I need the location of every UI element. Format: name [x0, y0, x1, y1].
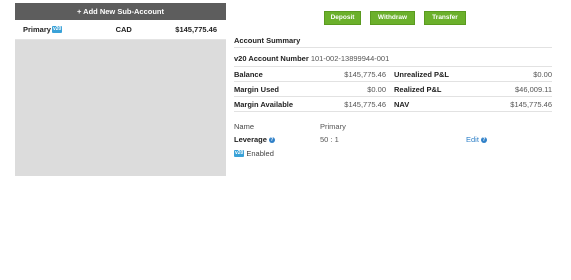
leverage-label: Leverage: [234, 135, 267, 144]
leverage-row: Leverage? 50 : 1 Edit?: [234, 133, 552, 146]
leverage-help-icon[interactable]: ?: [268, 137, 275, 144]
account-number-row: v20 Account Number 101-002-13899944-001: [234, 50, 552, 67]
unrealized-pl-label: Unrealized P&L: [394, 69, 450, 79]
margin-used-label: Margin Used: [234, 84, 280, 94]
account-number-value: 101-002-13899944-001: [310, 54, 390, 63]
nav-cell: NAV $145,775.46: [386, 97, 552, 112]
unrealized-pl-cell: Unrealized P&L $0.00: [386, 67, 552, 82]
edit-leverage-link[interactable]: Edit?: [466, 135, 487, 144]
nav-label: NAV: [394, 99, 410, 109]
account-summary: Account Summary v20 Account Number 101-0…: [234, 34, 552, 158]
margin-used-cell: Margin Used $0.00: [234, 82, 386, 97]
realized-pl-cell: Realized P&L $46,009.11: [386, 82, 552, 97]
unrealized-pl-value: $0.00: [533, 69, 552, 79]
sub-account-row[interactable]: Primary v20 CAD $145,775.46: [15, 20, 226, 40]
section-title: Account Summary: [234, 34, 552, 48]
balance-label: Balance: [234, 69, 263, 79]
account-number-label: v20 Account Number: [234, 54, 309, 63]
enabled-label: Enabled: [246, 149, 274, 158]
v20-enabled-status: v20 Enabled: [234, 149, 552, 158]
summary-grid: Balance $145,775.46 Unrealized P&L $0.00…: [234, 67, 552, 112]
action-buttons: Deposit Withdraw Transfer: [324, 11, 466, 25]
name-row: Name Primary: [234, 120, 552, 133]
transfer-button[interactable]: Transfer: [424, 11, 466, 25]
name-label: Name: [234, 122, 255, 131]
sub-account-name: Primary: [23, 25, 51, 34]
name-value: Primary: [320, 122, 346, 131]
sub-account-balance: $145,775.46: [175, 25, 217, 34]
v20-badge: v20: [51, 26, 63, 33]
balance-cell: Balance $145,775.46: [234, 67, 386, 82]
leverage-value: 50 : 1: [320, 135, 339, 144]
v20-badge: v20: [234, 150, 245, 157]
edit-help-icon[interactable]: ?: [480, 136, 487, 143]
sub-account-currency: CAD: [115, 25, 132, 34]
edit-label[interactable]: Edit: [466, 135, 479, 144]
balance-value: $145,775.46: [344, 69, 386, 79]
account-detail-panel: Deposit Withdraw Transfer Account Summar…: [226, 3, 571, 176]
margin-available-value: $145,775.46: [344, 99, 386, 109]
sub-account-panel: + Add New Sub-Account Primary v20 CAD $14…: [15, 3, 226, 176]
withdraw-button[interactable]: Withdraw: [370, 11, 415, 25]
margin-used-value: $0.00: [367, 84, 386, 94]
account-details: Name Primary Leverage? 50 : 1 Edit? v20 …: [234, 120, 552, 158]
margin-available-label: Margin Available: [234, 99, 294, 109]
margin-available-cell: Margin Available $145,775.46: [234, 97, 386, 112]
realized-pl-label: Realized P&L: [394, 84, 442, 94]
nav-value: $145,775.46: [510, 99, 552, 109]
deposit-button[interactable]: Deposit: [324, 11, 361, 25]
add-sub-account-button[interactable]: + Add New Sub-Account: [15, 3, 226, 20]
realized-pl-value: $46,009.11: [515, 84, 552, 94]
leverage-label-cell: Leverage?: [234, 135, 320, 144]
sub-account-name-cell: Primary v20: [23, 25, 116, 34]
